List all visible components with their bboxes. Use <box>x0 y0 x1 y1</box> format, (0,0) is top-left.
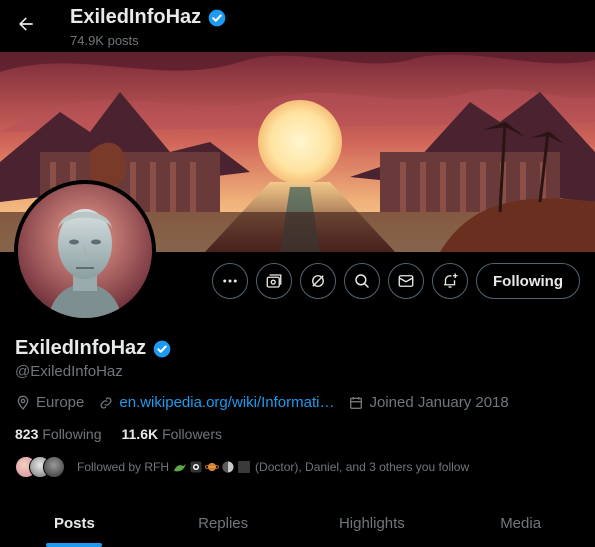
followed-by[interactable]: Followed by RFH (Doctor), Daniel, and 3 … <box>15 456 469 478</box>
tab-media[interactable]: Media <box>446 500 595 547</box>
grok-icon <box>312 275 324 287</box>
tab-label: Posts <box>53 515 95 532</box>
joined-text: Joined January 2018 <box>369 394 509 411</box>
subscribe-button[interactable] <box>256 263 293 299</box>
profile-actions: Following <box>212 263 580 299</box>
verified-badge-icon[interactable] <box>152 339 172 359</box>
avatar-image <box>18 184 152 318</box>
follower-avatars <box>15 456 65 478</box>
arrow-left-icon <box>19 17 33 31</box>
tab-label: Replies <box>198 515 249 532</box>
followed-by-suffix: (Doctor), Daniel, and 3 others you follo… <box>255 460 470 474</box>
search-icon <box>355 274 369 288</box>
more-button[interactable] <box>212 263 249 299</box>
verified-badge-icon <box>208 9 226 26</box>
bell-plus-icon <box>444 273 458 288</box>
header-posts-count: 74.9K posts <box>70 33 139 48</box>
notifications-button[interactable] <box>432 263 469 299</box>
header-name: ExiledInfoHaz <box>70 6 202 28</box>
followers-label: Followers <box>162 426 222 442</box>
profile-name: ExiledInfoHaz <box>15 337 172 360</box>
tab-label: Media <box>500 515 542 532</box>
followers-link[interactable]: 11.6K Followers <box>122 426 223 442</box>
website-link[interactable]: en.wikipedia.org/wiki/Informati… <box>119 394 334 411</box>
profile-handle: @ExiledInfoHaz <box>15 363 123 380</box>
tab-highlights[interactable]: Highlights <box>298 500 447 547</box>
search-button[interactable] <box>344 263 381 299</box>
follower-avatar <box>43 456 65 478</box>
moon-emoji-icon <box>222 461 234 473</box>
website: en.wikipedia.org/wiki/Informati… <box>98 394 334 411</box>
profile-tabs: Posts Replies Highlights Media <box>0 500 595 547</box>
tab-replies[interactable]: Replies <box>149 500 298 547</box>
location: Europe <box>15 394 84 411</box>
followers-count: 11.6K <box>121 426 159 442</box>
link-icon <box>100 396 112 409</box>
subscription-icon <box>266 274 282 288</box>
profile-display-name: ExiledInfoHaz <box>15 337 147 359</box>
active-tab-indicator <box>46 543 103 547</box>
location-pin-icon <box>17 395 29 410</box>
header-title: ExiledInfoHaz <box>70 6 227 29</box>
following-link[interactable]: 823 Following <box>15 426 102 442</box>
planet-emoji-icon <box>205 463 220 471</box>
grok-button[interactable] <box>300 263 337 299</box>
followed-by-prefix: Followed by RFH <box>77 460 170 474</box>
more-icon <box>223 279 237 283</box>
following-button[interactable]: Following <box>476 263 580 299</box>
mail-icon <box>398 275 414 287</box>
back-button[interactable] <box>12 10 40 38</box>
tab-label: Highlights <box>338 515 405 532</box>
calendar-icon <box>350 396 363 409</box>
emoji-row <box>173 460 251 474</box>
dragon-emoji-icon <box>174 464 187 472</box>
profile-meta: Europe en.wikipedia.org/wiki/Informati… … <box>15 394 523 411</box>
eye-emoji-icon <box>190 461 202 473</box>
joined-date: Joined January 2018 <box>348 394 509 411</box>
profile-stats: 823 Following 11.6K Followers <box>15 426 222 442</box>
message-button[interactable] <box>388 263 425 299</box>
location-text: Europe <box>36 394 85 411</box>
top-bar: ExiledInfoHaz 74.9K posts <box>0 0 595 52</box>
black-square-emoji-icon <box>238 461 251 473</box>
profile-avatar[interactable] <box>14 180 156 322</box>
following-label: Following <box>42 426 102 442</box>
tab-posts[interactable]: Posts <box>0 500 149 547</box>
following-count: 823 <box>15 426 39 442</box>
